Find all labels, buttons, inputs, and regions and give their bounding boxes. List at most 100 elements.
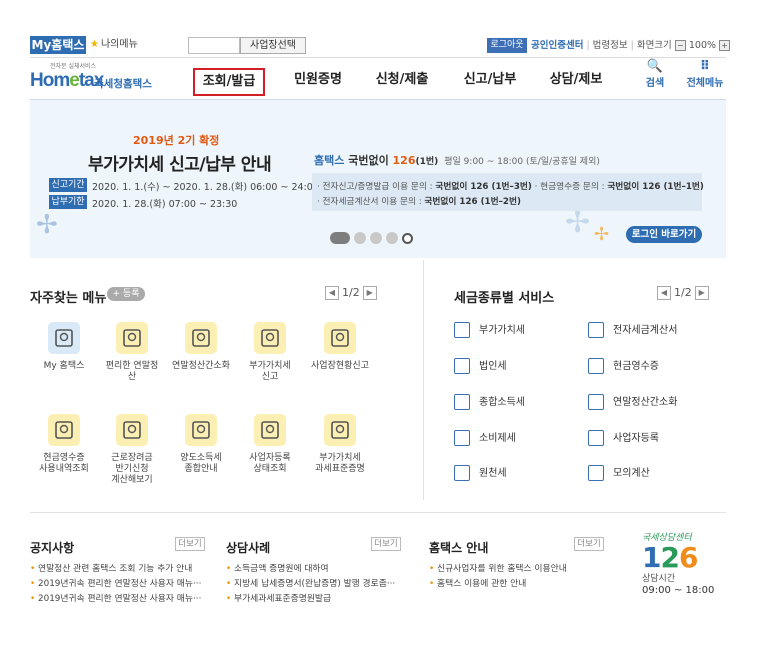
- deadline-date: 2020. 1. 28.(화) 07:00 ~ 23:30: [92, 199, 238, 210]
- favorite-label: 양도소득세 종합안내: [180, 453, 222, 474]
- list-item[interactable]: 부가세과세표준증명원발급: [226, 592, 395, 607]
- my-hometax-tab[interactable]: My홈택스: [30, 36, 86, 54]
- favorite-label: My 홈택스: [43, 361, 85, 371]
- hometax-callcenter: 홈택스 국번없이 126(1번) 평일 9:00 ~ 18:00 (토/일/공휴일…: [314, 154, 600, 167]
- deadline-tag: 납부기한: [49, 195, 87, 209]
- won-card-icon: [588, 394, 604, 410]
- law-info-link[interactable]: 법령정보: [593, 40, 628, 51]
- tax-service-label: 원천세: [479, 468, 507, 479]
- zoom-out-button[interactable]: −: [674, 40, 686, 51]
- util-links: 공인인증센터 | 법령정보 | 화면크기 − 100% +: [531, 38, 731, 53]
- favorite-item[interactable]: 부가가치세 과세표준증명: [310, 414, 370, 475]
- play-icon[interactable]: [402, 232, 413, 244]
- logo-tagline: 전자문 실체서비스: [50, 63, 97, 70]
- gnb-report-pay[interactable]: 신고/납부: [454, 68, 526, 96]
- pinwheel-icon: ✢: [36, 210, 58, 240]
- logout-button[interactable]: 로그아웃: [487, 38, 527, 53]
- favorite-item[interactable]: My 홈택스: [34, 322, 94, 372]
- favorite-item[interactable]: 연말정산간소화: [171, 322, 231, 372]
- favorite-item[interactable]: 부가가치세 신고: [240, 322, 300, 383]
- favorite-item[interactable]: 사업장현황신고: [310, 322, 370, 372]
- tax-service-item[interactable]: 원천세: [454, 465, 507, 483]
- person-icon: [588, 430, 604, 446]
- tax-service-item[interactable]: 종합소득세: [454, 394, 525, 412]
- divider: [30, 512, 726, 513]
- gnb-civil-certificate[interactable]: 민원증명: [283, 68, 353, 96]
- biz-select-button[interactable]: 사업장선택: [240, 37, 306, 54]
- list-item[interactable]: 소득금액 증명원에 대하여: [226, 562, 395, 577]
- search-button[interactable]: 🔍 검색: [635, 60, 675, 90]
- user-icon: [48, 322, 80, 354]
- tax-service-item[interactable]: 법인세: [454, 358, 507, 376]
- notices-list: 연말정산 관련 홈택스 조회 기능 추가 안내 2019년귀속 편리한 연말정산…: [30, 562, 201, 607]
- center-hours: 09:00 ~ 18:00: [642, 585, 715, 596]
- zoom-value: 100%: [688, 40, 717, 51]
- list-item[interactable]: 홈택스 이용에 관한 안내: [429, 577, 567, 592]
- guide-list: 신규사업자를 위한 홈택스 이용안내 홈택스 이용에 관한 안내: [429, 562, 567, 592]
- tax-service-item[interactable]: 사업자등록: [588, 430, 659, 448]
- house-icon: [185, 414, 217, 446]
- my-menu-link[interactable]: ★ 나의메뉴: [90, 36, 138, 54]
- guide-more-button[interactable]: 더보기: [574, 537, 604, 551]
- divider: [30, 57, 726, 58]
- heart-document-icon: [116, 414, 148, 446]
- login-shortcut-button[interactable]: 로그인 바로가기: [626, 226, 702, 243]
- tax-service-label: 법인세: [479, 361, 507, 372]
- cert-center-link[interactable]: 공인인증센터: [531, 40, 583, 51]
- callcenter-126[interactable]: 국세상담센터 126126 상담시간 09:00 ~ 18:00: [642, 530, 722, 610]
- favorite-item[interactable]: 사업자등록 상태조회: [240, 414, 300, 475]
- register-button[interactable]: + 등록: [107, 287, 145, 301]
- list-item[interactable]: 신규사업자를 위한 홈택스 이용안내: [429, 562, 567, 577]
- logo-nts: 국세청홈택스: [94, 78, 152, 90]
- zoom-in-button[interactable]: +: [719, 40, 731, 51]
- favorite-label: 현금영수증 사용내역조회: [39, 453, 89, 474]
- slide-dot[interactable]: [386, 232, 398, 244]
- next-icon[interactable]: ▶: [694, 286, 709, 300]
- divider: [423, 260, 424, 500]
- favorite-label: 연말정산간소화: [172, 361, 230, 371]
- tax-service-label: 부가가치세: [479, 325, 525, 336]
- vat-icon: [454, 322, 470, 338]
- prev-icon[interactable]: ◀: [325, 286, 339, 300]
- tax-service-item[interactable]: 모의계산: [588, 465, 650, 483]
- favorite-label: 사업장현황신고: [311, 361, 369, 371]
- money-bag-icon: [185, 322, 217, 354]
- favorites-pager: ◀ 1/2 ▶: [322, 286, 380, 300]
- list-item[interactable]: 지방세 납세증명서(완납증명) 발행 경로좀···: [226, 577, 395, 592]
- tax-service-item[interactable]: 연말정산간소화: [588, 394, 677, 412]
- allmenu-button[interactable]: ⠿ 전체메뉴: [683, 60, 727, 90]
- prev-icon[interactable]: ◀: [657, 286, 671, 300]
- tax-service-item[interactable]: 전자세금계산서: [588, 322, 677, 340]
- info-line-1: · 전자신고/증명발급 이용 문의 : 국번없이 126 (1번–3번) · 현…: [317, 182, 704, 192]
- favorite-item[interactable]: 근로장려금 반기신청 계산해보기: [102, 414, 162, 486]
- biz-select-input[interactable]: [188, 37, 240, 54]
- screen-size-label: 화면크기: [636, 40, 672, 51]
- gnb-consult[interactable]: 상담/제보: [540, 68, 612, 96]
- banner-year: 2019년 2기 확정: [133, 134, 220, 147]
- tax-service-item[interactable]: 부가가치세: [454, 322, 525, 340]
- list-item[interactable]: 2019년귀속 편리한 연말정산 사용자 매뉴···: [30, 577, 201, 592]
- center-number: 126126: [642, 541, 698, 574]
- favorite-item[interactable]: 현금영수증 사용내역조회: [34, 414, 94, 475]
- cases-more-button[interactable]: 더보기: [371, 537, 401, 551]
- slide-dot[interactable]: [330, 232, 350, 244]
- next-icon[interactable]: ▶: [362, 286, 377, 300]
- my-menu-label: 나의메뉴: [100, 39, 138, 50]
- list-item[interactable]: 연말정산 관련 홈택스 조회 기능 추가 안내: [30, 562, 201, 577]
- gnb-application[interactable]: 신청/제출: [366, 68, 438, 96]
- favorite-item[interactable]: 양도소득세 종합안내: [171, 414, 231, 475]
- tax-service-label: 현금영수증: [613, 361, 659, 372]
- hometax-logo[interactable]: 전자문 실체서비스 Hometax 국세청홈택스: [30, 61, 160, 95]
- tax-service-item[interactable]: 현금영수증: [588, 358, 659, 376]
- people-icon: [254, 414, 286, 446]
- slide-dot[interactable]: [354, 232, 366, 244]
- gnb-inquiry-issue[interactable]: 조회/발급: [193, 68, 265, 96]
- slide-dot[interactable]: [370, 232, 382, 244]
- invoice-icon: [588, 322, 604, 338]
- tax-service-label: 종합소득세: [479, 397, 525, 408]
- tax-service-item[interactable]: 소비제세: [454, 430, 516, 448]
- list-item[interactable]: 2019년귀속 편리한 연말정산 사용자 매뉴···: [30, 592, 201, 607]
- pinwheel-icon: ✢: [594, 224, 610, 245]
- notices-more-button[interactable]: 더보기: [175, 537, 205, 551]
- favorite-item[interactable]: 편리한 연말정산: [102, 322, 162, 383]
